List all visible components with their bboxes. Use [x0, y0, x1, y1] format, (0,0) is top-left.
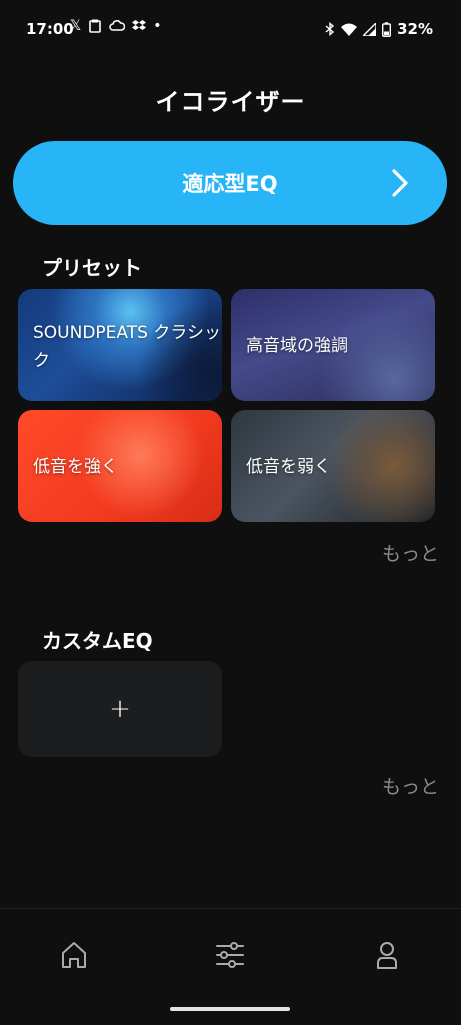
preset-card-bass-reduce[interactable]: 低音を弱く — [231, 410, 435, 522]
preset-card-treble-boost[interactable]: 高音域の強調 — [231, 289, 435, 401]
adaptive-eq-button[interactable]: 適応型EQ — [13, 141, 447, 225]
presets-title: プリセット — [42, 256, 142, 280]
page-title: イコライザー — [155, 88, 306, 116]
add-custom-eq-button[interactable]: + — [18, 661, 222, 757]
preset-card-bass-boost[interactable]: 低音を強く — [18, 410, 222, 522]
custom-eq-more-link[interactable]: もっと — [382, 772, 439, 799]
presets-more-link[interactable]: もっと — [382, 539, 439, 566]
home-indicator[interactable] — [170, 1007, 290, 1011]
notification-icons: 𝕏 • — [70, 18, 162, 34]
dropbox-icon — [132, 20, 147, 30]
preset-card-soundpeats-classic[interactable]: SOUNDPEATS クラシック — [18, 289, 222, 401]
clipboard-icon — [89, 19, 102, 33]
status-time: 17:00 — [26, 20, 74, 38]
plus-icon: + — [109, 694, 131, 724]
custom-eq-title: カスタムEQ — [42, 629, 153, 653]
profile-icon[interactable] — [371, 939, 403, 971]
preset-card-label: SOUNDPEATS クラシック — [33, 323, 221, 371]
equalizer-icon[interactable] — [214, 939, 246, 971]
x-logo-icon: 𝕏 — [70, 18, 82, 34]
cloud-icon — [109, 20, 126, 31]
chevron-right-icon — [392, 169, 408, 197]
preset-card-label: 高音域の強調 — [246, 336, 348, 356]
preset-card-label: 低音を強く — [33, 457, 118, 477]
wifi-icon — [341, 23, 358, 36]
adaptive-eq-label: 適応型EQ — [182, 172, 278, 196]
battery-icon — [382, 21, 392, 37]
preset-card-label: 低音を弱く — [246, 457, 331, 477]
system-icons: 32% — [325, 20, 433, 38]
status-bar: 17:00 𝕏 • 32% — [0, 0, 461, 56]
dot-icon: • — [153, 18, 162, 34]
bluetooth-icon — [325, 22, 335, 36]
battery-percent: 32% — [397, 20, 433, 38]
signal-icon — [363, 22, 377, 36]
home-icon[interactable] — [58, 939, 90, 971]
